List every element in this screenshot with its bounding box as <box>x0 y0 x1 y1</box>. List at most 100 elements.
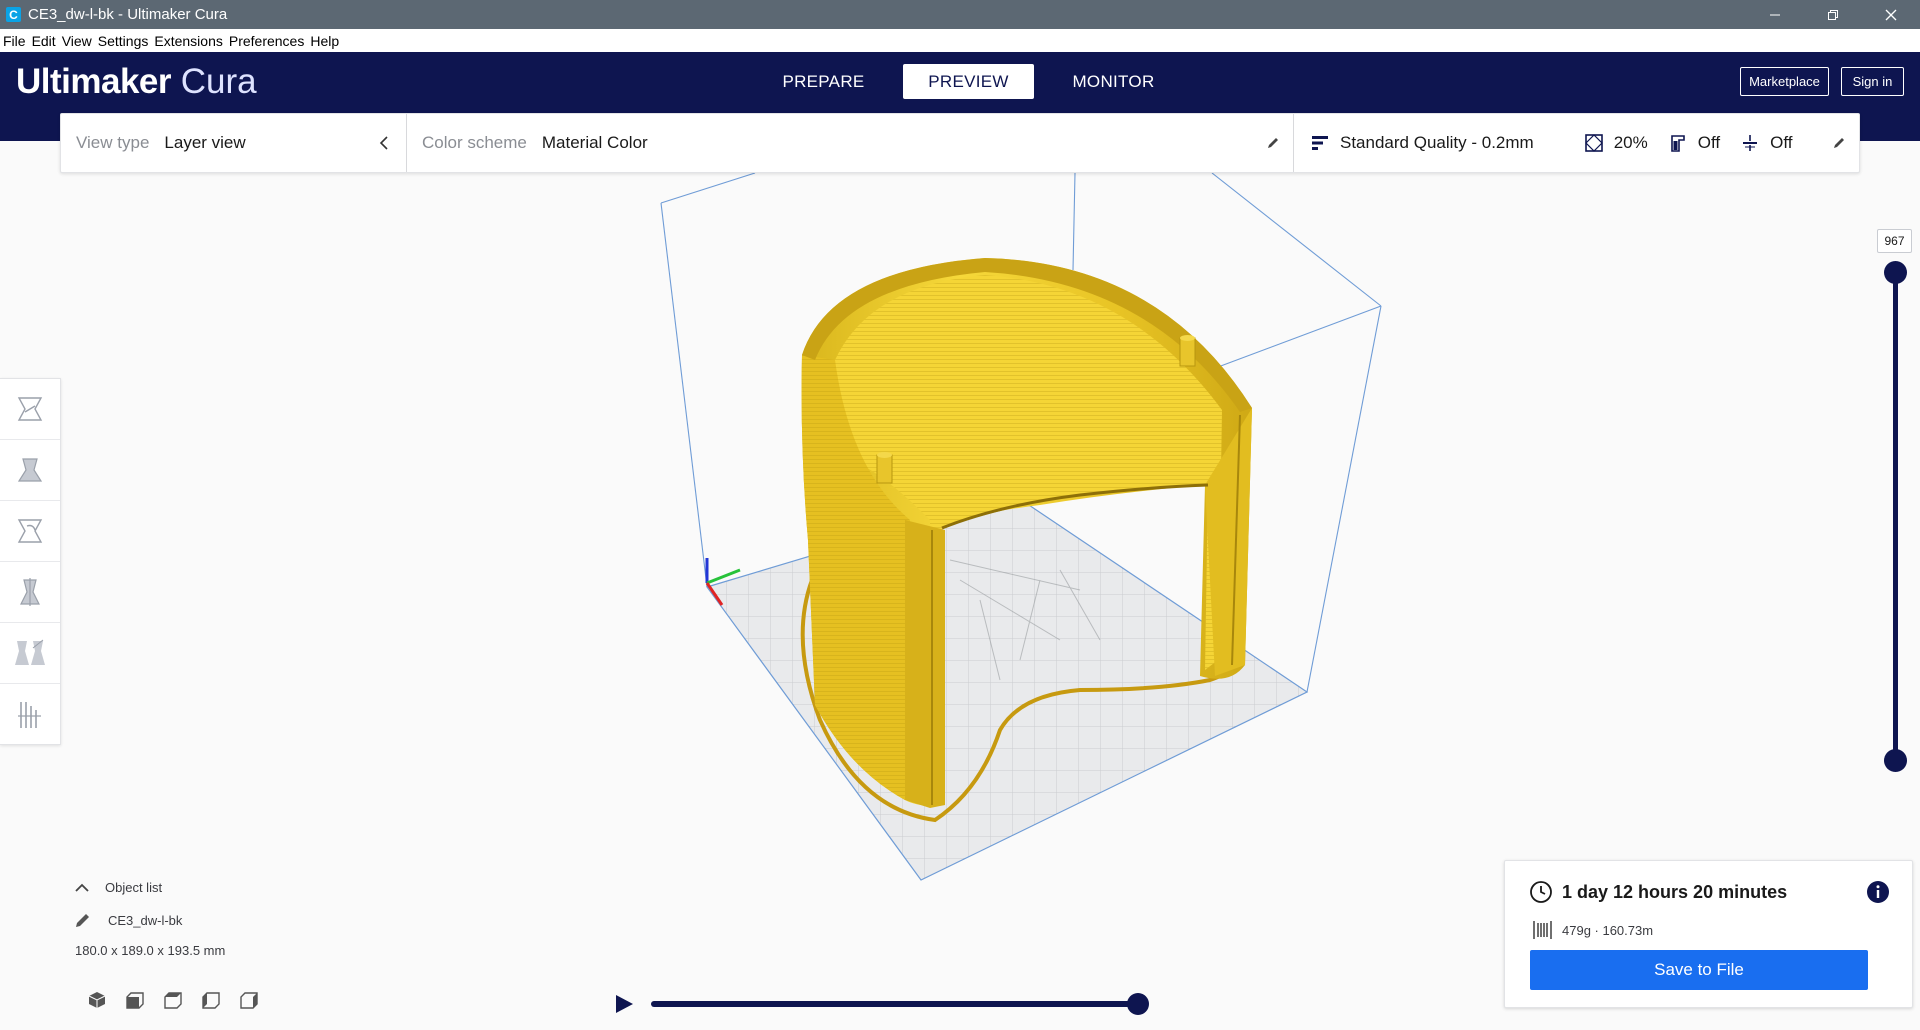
menu-help[interactable]: Help <box>307 33 342 49</box>
menu-extensions[interactable]: Extensions <box>151 33 225 49</box>
support-setting: Off <box>1668 133 1720 153</box>
tab-monitor[interactable]: MONITOR <box>1048 64 1179 99</box>
menu-edit[interactable]: Edit <box>29 33 59 49</box>
view-type-label: View type <box>76 133 150 152</box>
front-view-icon <box>126 992 144 1009</box>
object-dimensions-text: 180.0 x 189.0 x 193.5 mm <box>75 943 226 958</box>
quality-profile-icon <box>1312 136 1328 150</box>
support-icon <box>1670 135 1685 152</box>
infill-icon <box>1584 134 1603 152</box>
print-time: 1 day 12 hours 20 minutes <box>1562 881 1788 902</box>
layer-number-box[interactable]: 967 <box>1877 229 1912 253</box>
view-type-selector[interactable]: View type Layer view <box>61 114 407 172</box>
rotate-tool-button[interactable] <box>0 501 60 562</box>
tab-preview[interactable]: PREVIEW <box>903 64 1034 99</box>
scale-icon <box>17 458 43 482</box>
menu-bar: File Edit View Settings Extensions Prefe… <box>0 29 1920 52</box>
move-icon <box>17 397 43 421</box>
support-value: Off <box>1697 133 1721 152</box>
tab-prepare[interactable]: PREPARE <box>758 64 889 99</box>
menu-preferences[interactable]: Preferences <box>226 33 307 49</box>
quality-value: Standard Quality - 0.2mm <box>1340 133 1534 152</box>
mirror-tool-button[interactable] <box>0 562 60 623</box>
print-setup-selector[interactable]: Standard Quality - 0.2mm 20% Off Off <box>1294 114 1859 172</box>
top-view-icon <box>164 992 182 1009</box>
3d-view-button[interactable] <box>78 988 116 1012</box>
chevron-up-icon <box>75 883 89 892</box>
object-list-toggle[interactable]: Object list <box>74 880 374 895</box>
object-list-item[interactable]: CE3_dw-l-bk <box>74 911 374 929</box>
support-blocker-icon <box>18 701 41 728</box>
upper-layer-handle[interactable] <box>1884 261 1907 284</box>
clock-icon <box>1530 881 1552 903</box>
menu-settings[interactable]: Settings <box>95 33 152 49</box>
minimize-icon <box>1770 14 1780 15</box>
color-scheme-label: Color scheme <box>422 133 527 152</box>
logo-brand: Ultimaker <box>16 62 172 101</box>
save-to-file-button[interactable]: Save to File <box>1530 950 1868 990</box>
title-bar: C CE3_dw-l-bk - Ultimaker Cura <box>0 0 1920 29</box>
simulation-track[interactable] <box>651 1001 1139 1007</box>
window-controls <box>1746 0 1920 29</box>
object-dimensions: 180.0 x 189.0 x 193.5 mm <box>75 943 374 958</box>
scale-tool-button[interactable] <box>0 440 60 501</box>
menu-view[interactable]: View <box>59 33 95 49</box>
right-view-button[interactable] <box>230 988 268 1012</box>
close-button[interactable] <box>1862 0 1920 29</box>
chevron-left-icon <box>379 136 388 150</box>
pencil-icon <box>1834 138 1844 148</box>
restore-icon <box>1828 9 1838 20</box>
info-icon[interactable] <box>1866 880 1890 904</box>
spool-icon <box>1533 921 1552 939</box>
adhesion-setting: Off <box>1740 133 1792 153</box>
print-info-panel: 1 day 12 hours 20 minutes 479g · 160.73m… <box>1504 860 1913 1008</box>
adhesion-icon <box>1743 135 1758 151</box>
close-icon <box>1885 9 1897 20</box>
layer-slider[interactable]: 967 <box>1870 229 1920 779</box>
front-view-button[interactable] <box>116 988 154 1012</box>
stage-tabs: PREPARE PREVIEW MONITOR <box>758 64 1193 99</box>
print-time-row: 1 day 12 hours 20 minutes <box>1529 880 1787 904</box>
quality-setting: Standard Quality - 0.2mm <box>1310 133 1534 153</box>
adhesion-value: Off <box>1770 133 1793 152</box>
layer-slider-track[interactable] <box>1893 269 1898 759</box>
view-toolbar: View type Layer view Color scheme Materi… <box>60 113 1860 173</box>
tool-panel <box>0 378 61 745</box>
object-name: CE3_dw-l-bk <box>108 912 183 928</box>
sign-in-button[interactable]: Sign in <box>1841 67 1904 96</box>
play-icon[interactable] <box>613 993 635 1015</box>
marketplace-button[interactable]: Marketplace <box>1740 67 1829 96</box>
ultimaker-cura-logo: Ultimaker Cura <box>16 62 257 102</box>
menu-file[interactable]: File <box>0 33 29 49</box>
minimize-button[interactable] <box>1746 0 1804 29</box>
restore-button[interactable] <box>1804 0 1862 29</box>
simulation-controls <box>613 990 1153 1020</box>
rotate-icon <box>17 519 43 543</box>
color-scheme-selector[interactable]: Color scheme Material Color <box>407 114 1294 172</box>
per-model-settings-button[interactable] <box>0 623 60 684</box>
move-tool-button[interactable] <box>0 379 60 440</box>
cura-window: C CE3_dw-l-bk - Ultimaker Cura File Edit… <box>0 0 1920 1030</box>
left-view-icon <box>202 992 220 1009</box>
top-view-button[interactable] <box>154 988 192 1012</box>
color-scheme-value: Material Color <box>541 133 648 152</box>
object-list-header: Object list <box>105 880 163 895</box>
infill-setting: 20% <box>1584 133 1648 153</box>
support-blocker-button[interactable] <box>0 684 60 745</box>
right-view-icon <box>240 992 258 1009</box>
window-title: CE3_dw-l-bk - Ultimaker Cura <box>28 6 228 23</box>
pencil-icon <box>1268 138 1278 148</box>
simulation-handle[interactable] <box>1127 993 1149 1015</box>
view-type-value: Layer view <box>164 133 246 152</box>
left-view-button[interactable] <box>192 988 230 1012</box>
view-orientation-controls <box>78 988 268 1012</box>
lower-layer-handle[interactable] <box>1884 749 1907 772</box>
material-usage: 479g · 160.73m <box>1562 922 1654 938</box>
object-list-panel: Object list CE3_dw-l-bk 180.0 x 189.0 x … <box>74 880 374 958</box>
per-model-settings-icon <box>15 639 45 665</box>
material-usage-row: 479g · 160.73m <box>1531 919 1653 941</box>
cura-app-icon: C <box>6 7 21 22</box>
3d-view-icon <box>88 992 106 1008</box>
logo-product: Cura <box>180 62 257 101</box>
mirror-icon <box>20 578 40 606</box>
